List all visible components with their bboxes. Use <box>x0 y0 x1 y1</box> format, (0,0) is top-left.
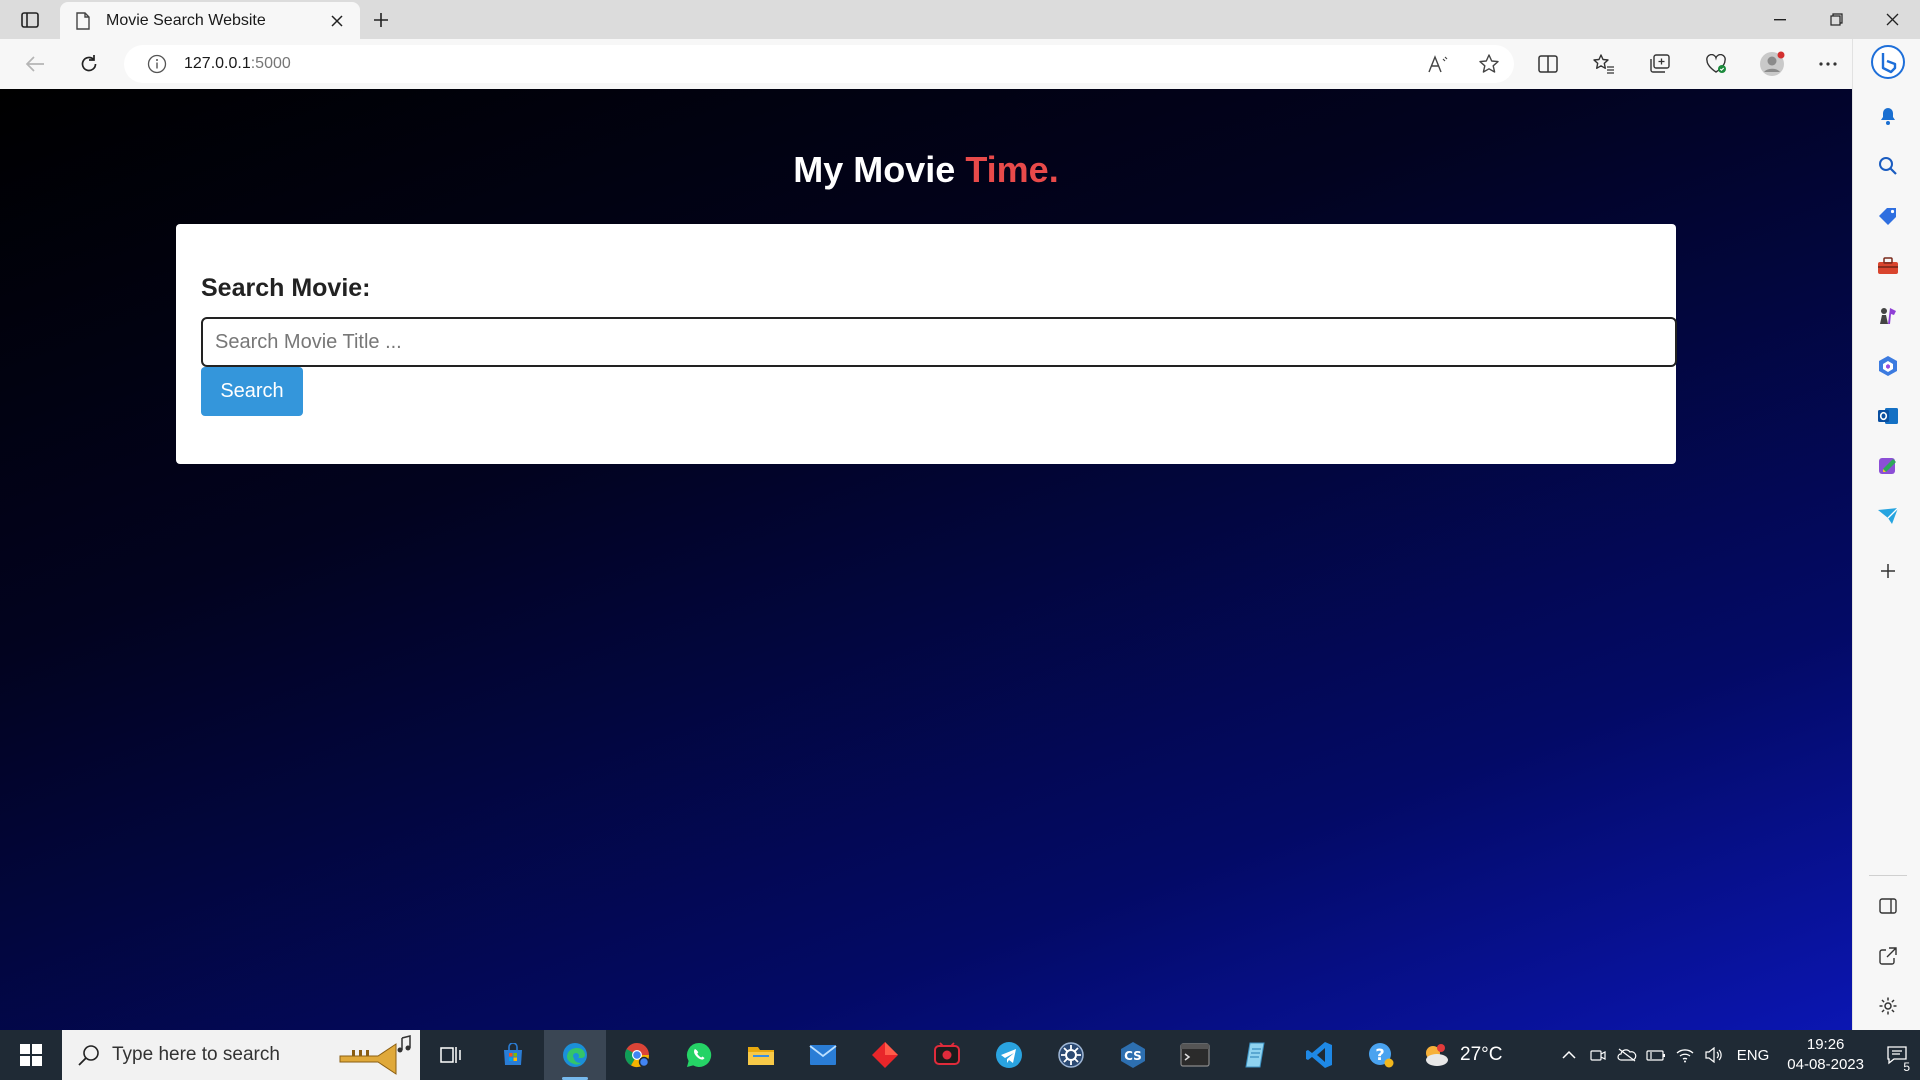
svg-text:?: ? <box>1375 1045 1384 1064</box>
file-explorer-icon[interactable] <box>730 1030 792 1080</box>
movie-search-input[interactable] <box>201 317 1677 367</box>
volume-speaker-icon[interactable] <box>1700 1030 1729 1080</box>
windows-start-icon[interactable] <box>0 1030 62 1080</box>
url-host: 127.0.0.1 <box>184 55 251 72</box>
taskbar-search-icon <box>76 1042 102 1068</box>
whatsapp-taskbar-icon[interactable] <box>668 1030 730 1080</box>
search-button[interactable]: Search <box>201 367 303 416</box>
browser-essentials-icon[interactable] <box>1688 39 1744 89</box>
close-window-icon[interactable] <box>1864 0 1920 39</box>
weather-widget[interactable]: 27°C <box>1420 1041 1502 1069</box>
search-highlight-trumpet-icon <box>334 1034 414 1076</box>
battery-icon[interactable] <box>1642 1030 1671 1080</box>
split-screen-icon[interactable] <box>1520 39 1576 89</box>
search-movie-label: Search Movie: <box>201 274 371 302</box>
notification-count-badge: 5 <box>1901 1060 1912 1074</box>
new-tab-button[interactable] <box>366 6 396 34</box>
site-info-icon[interactable] <box>146 53 168 75</box>
system-tray: ENG 19:26 04-08-2023 5 <box>1555 1030 1920 1080</box>
tab-title: Movie Search Website <box>106 11 266 29</box>
sidebar-settings-gear-icon[interactable] <box>1871 989 1905 1023</box>
collections-icon[interactable] <box>1632 39 1688 89</box>
microsoft-365-icon[interactable] <box>1871 349 1905 383</box>
wifi-icon[interactable] <box>1671 1030 1700 1080</box>
task-view-icon[interactable] <box>420 1030 482 1080</box>
input-language-indicator[interactable]: ENG <box>1737 1047 1770 1064</box>
bing-copilot-icon[interactable] <box>1871 45 1905 79</box>
clock-date: 04-08-2023 <box>1787 1056 1864 1073</box>
restore-window-icon[interactable] <box>1808 0 1864 39</box>
browser-toolbar: 127.0.0.1:5000 <box>0 39 1852 89</box>
notification-center-icon[interactable]: 5 <box>1874 1030 1920 1080</box>
page-favicon-icon <box>74 11 92 30</box>
games-icon[interactable] <box>1871 299 1905 333</box>
favorites-icon[interactable] <box>1576 39 1632 89</box>
designer-icon[interactable] <box>1871 449 1905 483</box>
page-viewport: My Movie Time. Search Movie: Search <box>0 89 1852 1030</box>
meet-now-camera-icon[interactable] <box>1584 1030 1613 1080</box>
tools-toolbox-icon[interactable] <box>1871 249 1905 283</box>
brand-title-accent: Time. <box>965 149 1059 190</box>
reload-icon[interactable] <box>72 48 106 80</box>
red-diamond-app-icon[interactable] <box>854 1030 916 1080</box>
tab-actions-icon[interactable] <box>14 6 46 34</box>
url-text[interactable]: 127.0.0.1:5000 <box>184 55 291 73</box>
microsoft-store-icon[interactable] <box>482 1030 544 1080</box>
weather-cloudy-icon <box>1426 1044 1448 1066</box>
show-hidden-icons-chevron-icon[interactable] <box>1555 1030 1584 1080</box>
svg-text:CS: CS <box>1124 1049 1142 1063</box>
search-card: Search Movie: Search <box>176 224 1677 464</box>
edge-sidebar <box>1852 39 1920 1030</box>
url-port: :5000 <box>250 55 291 72</box>
onedrive-offline-icon[interactable] <box>1613 1030 1642 1080</box>
more-options-icon[interactable] <box>1800 39 1856 89</box>
browser-tab[interactable]: Movie Search Website <box>60 2 360 39</box>
back-arrow-icon[interactable] <box>18 48 52 80</box>
sidebar-search-icon[interactable] <box>1871 149 1905 183</box>
chrome-taskbar-icon[interactable] <box>606 1030 668 1080</box>
notifications-bell-icon[interactable] <box>1871 99 1905 133</box>
mail-taskbar-icon[interactable] <box>792 1030 854 1080</box>
drop-send-icon[interactable] <box>1871 499 1905 533</box>
sidebar-divider <box>1869 875 1907 876</box>
address-bar[interactable]: 127.0.0.1:5000 <box>124 45 1514 83</box>
open-external-icon[interactable] <box>1871 939 1905 973</box>
notepad-icon[interactable] <box>1226 1030 1288 1080</box>
add-sidebar-app-icon[interactable] <box>1871 554 1905 588</box>
hide-sidebar-icon[interactable] <box>1871 889 1905 923</box>
windows-taskbar: Type here to search CS ? 27°C ENG 19:26 … <box>0 1030 1920 1080</box>
favorite-star-icon[interactable] <box>1464 45 1514 83</box>
taskbar-search-box[interactable]: Type here to search <box>62 1030 420 1080</box>
vscode-taskbar-icon[interactable] <box>1288 1030 1350 1080</box>
minimize-window-icon[interactable] <box>1752 0 1808 39</box>
brand-title-main: My Movie <box>793 149 966 190</box>
site-brand-title: My Movie Time. <box>0 149 1852 191</box>
clock-time: 19:26 <box>1806 1036 1845 1053</box>
cs-app-icon[interactable]: CS <box>1102 1030 1164 1080</box>
profile-avatar-icon[interactable] <box>1744 39 1800 89</box>
shopping-tag-icon[interactable] <box>1871 199 1905 233</box>
weather-temperature: 27°C <box>1460 1044 1503 1065</box>
terminal-icon[interactable] <box>1164 1030 1226 1080</box>
taskbar-clock[interactable]: 19:26 04-08-2023 <box>1787 1035 1864 1075</box>
settings-gear-app-icon[interactable] <box>1040 1030 1102 1080</box>
help-question-icon[interactable]: ? <box>1350 1030 1412 1080</box>
screen-recorder-icon[interactable] <box>916 1030 978 1080</box>
telegram-taskbar-icon[interactable] <box>978 1030 1040 1080</box>
browser-tab-bar: Movie Search Website <box>0 0 1920 39</box>
edge-taskbar-icon[interactable] <box>544 1030 606 1080</box>
close-tab-icon[interactable] <box>326 10 348 32</box>
taskbar-search-placeholder: Type here to search <box>112 1044 280 1065</box>
read-aloud-icon[interactable] <box>1414 45 1464 83</box>
outlook-icon[interactable] <box>1871 399 1905 433</box>
